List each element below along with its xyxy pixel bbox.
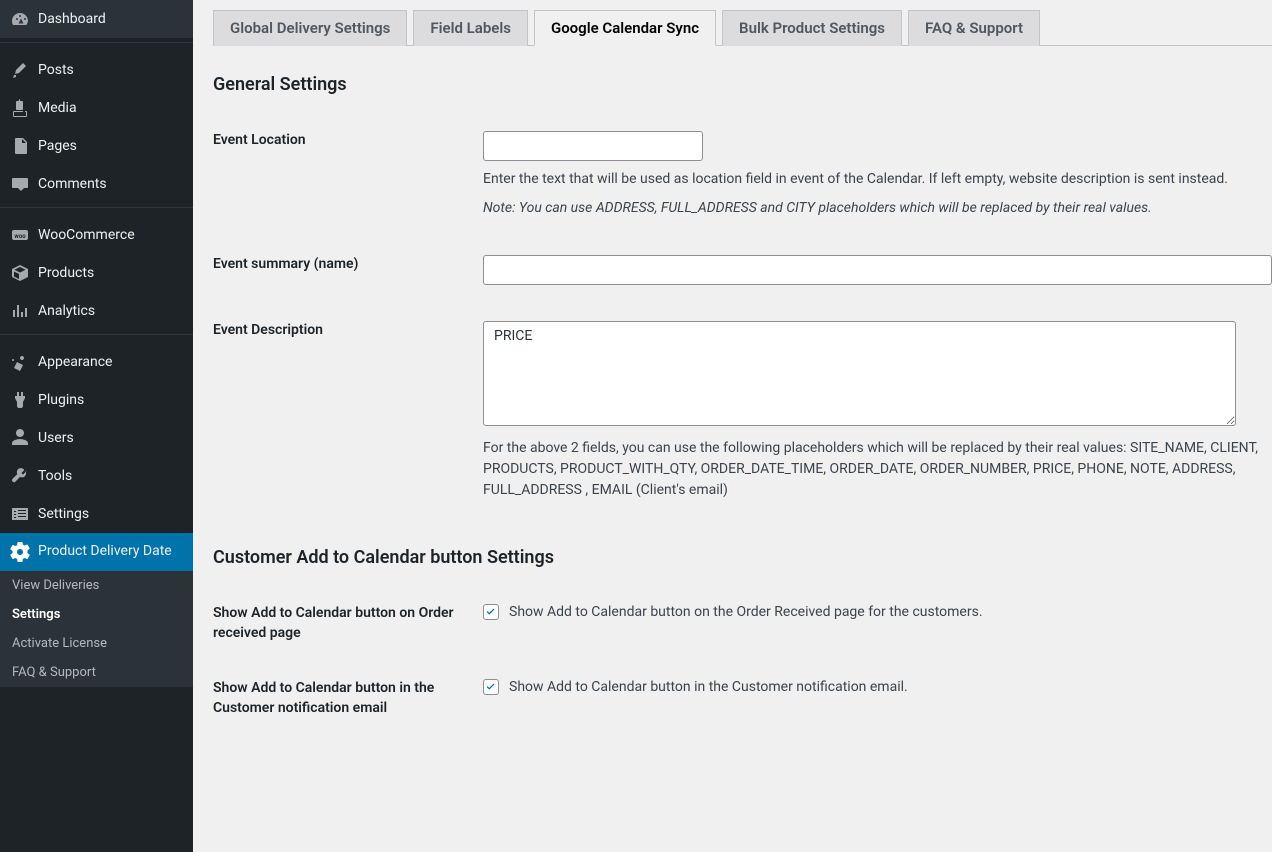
sidebar-item-label: Comments xyxy=(38,175,107,193)
event-summary-row: Event summary (name) xyxy=(213,237,1272,303)
show-order-received-label: Show Add to Calendar button on Order rec… xyxy=(213,604,483,643)
show-notification-email-row: Show Add to Calendar button in the Custo… xyxy=(213,661,1272,736)
sidebar-item-posts[interactable]: Posts xyxy=(0,51,193,89)
admin-sidebar: Dashboard Posts Media Pages Comments woo… xyxy=(0,0,193,852)
sidebar-item-comments[interactable]: Comments xyxy=(0,165,193,203)
nav-tabs: Global Delivery Settings Field Labels Go… xyxy=(213,6,1272,46)
settings-icon xyxy=(10,504,30,524)
sidebar-item-dashboard[interactable]: Dashboard xyxy=(0,0,193,38)
tools-icon xyxy=(10,466,30,486)
products-icon xyxy=(10,263,30,283)
sidebar-separator xyxy=(0,207,193,212)
event-location-note: Note: You can use ADDRESS, FULL_ADDRESS … xyxy=(483,198,1263,219)
comments-icon xyxy=(10,174,30,194)
sidebar-item-woocommerce[interactable]: woo WooCommerce xyxy=(0,216,193,254)
sidebar-item-label: Users xyxy=(38,429,74,447)
plugins-icon xyxy=(10,390,30,410)
sidebar-item-products[interactable]: Products xyxy=(0,254,193,292)
general-settings-form: Event Location Enter the text that will … xyxy=(213,113,1272,519)
tab-global-delivery-settings[interactable]: Global Delivery Settings xyxy=(213,10,407,46)
sidebar-subitem-faq-support[interactable]: FAQ & Support xyxy=(0,658,193,687)
users-icon xyxy=(10,428,30,448)
show-order-received-checkbox-label: Show Add to Calendar button on the Order… xyxy=(509,604,983,620)
sidebar-item-product-delivery-date[interactable]: Product Delivery Date xyxy=(0,533,193,571)
gear-icon xyxy=(10,542,30,562)
sidebar-item-label: Settings xyxy=(38,505,89,523)
show-order-received-field: Show Add to Calendar button on the Order… xyxy=(483,604,1272,620)
sidebar-item-label: Media xyxy=(38,99,77,117)
event-location-label: Event Location xyxy=(213,131,483,151)
tab-bulk-product-settings[interactable]: Bulk Product Settings xyxy=(722,10,902,46)
sidebar-subitem-settings[interactable]: Settings xyxy=(0,600,193,629)
event-location-row: Event Location Enter the text that will … xyxy=(213,113,1272,237)
event-description-help: For the above 2 fields, you can use the … xyxy=(483,438,1263,501)
event-description-field: PRICE For the above 2 fields, you can us… xyxy=(483,321,1272,501)
event-description-textarea[interactable]: PRICE xyxy=(483,321,1236,426)
sidebar-item-users[interactable]: Users xyxy=(0,419,193,457)
sidebar-item-label: Product Delivery Date xyxy=(38,542,172,560)
event-summary-input[interactable] xyxy=(483,255,1272,285)
sidebar-separator xyxy=(0,334,193,339)
media-icon xyxy=(10,98,30,118)
sidebar-item-media[interactable]: Media xyxy=(0,89,193,127)
sidebar-item-label: Tools xyxy=(38,467,72,485)
event-location-field: Enter the text that will be used as loca… xyxy=(483,131,1272,219)
sidebar-item-plugins[interactable]: Plugins xyxy=(0,381,193,419)
sidebar-item-label: Dashboard xyxy=(38,10,106,28)
show-order-received-checkbox[interactable] xyxy=(483,604,499,620)
sidebar-separator xyxy=(0,42,193,47)
analytics-icon xyxy=(10,301,30,321)
appearance-icon xyxy=(10,352,30,372)
sidebar-item-label: Plugins xyxy=(38,391,84,409)
sidebar-subitem-view-deliveries[interactable]: View Deliveries xyxy=(0,571,193,600)
customer-settings-form: Show Add to Calendar button on Order rec… xyxy=(213,586,1272,736)
sidebar-item-tools[interactable]: Tools xyxy=(0,457,193,495)
sidebar-item-label: Analytics xyxy=(38,302,95,320)
sidebar-item-pages[interactable]: Pages xyxy=(0,127,193,165)
sidebar-submenu: View Deliveries Settings Activate Licens… xyxy=(0,571,193,687)
customer-settings-title: Customer Add to Calendar button Settings xyxy=(213,547,1272,568)
svg-text:woo: woo xyxy=(14,233,26,240)
show-notification-email-checkbox[interactable] xyxy=(483,679,499,695)
sidebar-item-label: Pages xyxy=(38,137,77,155)
show-notification-email-field: Show Add to Calendar button in the Custo… xyxy=(483,679,1272,695)
show-order-received-row: Show Add to Calendar button on Order rec… xyxy=(213,586,1272,661)
sidebar-item-label: Appearance xyxy=(38,353,112,371)
event-location-help: Enter the text that will be used as loca… xyxy=(483,169,1263,190)
sidebar-subitem-activate-license[interactable]: Activate License xyxy=(0,629,193,658)
pin-icon xyxy=(10,60,30,80)
dashboard-icon xyxy=(10,9,30,29)
event-description-row: Event Description PRICE For the above 2 … xyxy=(213,303,1272,519)
event-summary-field xyxy=(483,255,1272,285)
show-notification-email-checkbox-label: Show Add to Calendar button in the Custo… xyxy=(509,679,908,695)
tab-faq-support[interactable]: FAQ & Support xyxy=(908,10,1040,46)
sidebar-item-label: WooCommerce xyxy=(38,226,135,244)
sidebar-item-appearance[interactable]: Appearance xyxy=(0,343,193,381)
tab-field-labels[interactable]: Field Labels xyxy=(413,10,528,46)
woocommerce-icon: woo xyxy=(10,225,30,245)
main-content: Global Delivery Settings Field Labels Go… xyxy=(193,0,1272,852)
sidebar-item-label: Products xyxy=(38,264,94,282)
event-location-input[interactable] xyxy=(483,131,703,161)
event-summary-label: Event summary (name) xyxy=(213,255,483,275)
sidebar-item-label: Posts xyxy=(38,61,74,79)
show-notification-email-label: Show Add to Calendar button in the Custo… xyxy=(213,679,483,718)
tab-google-calendar-sync[interactable]: Google Calendar Sync xyxy=(534,10,716,46)
sidebar-item-analytics[interactable]: Analytics xyxy=(0,292,193,330)
event-description-label: Event Description xyxy=(213,321,483,341)
sidebar-item-settings[interactable]: Settings xyxy=(0,495,193,533)
general-settings-title: General Settings xyxy=(213,74,1272,95)
pages-icon xyxy=(10,136,30,156)
